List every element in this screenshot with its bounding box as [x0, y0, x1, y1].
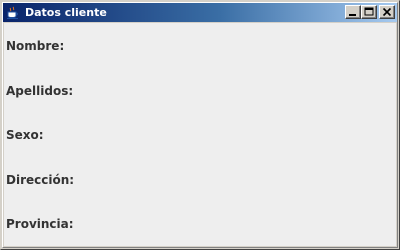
close-button[interactable] [379, 5, 395, 19]
maximize-icon [364, 7, 374, 16]
close-icon [382, 7, 392, 17]
maximize-button[interactable] [361, 5, 377, 19]
title-bar[interactable]: Datos cliente [3, 3, 397, 22]
label-nombre: Nombre: [6, 39, 65, 53]
form-panel: Nombre: Apellidos: Sexo: Dirección: Prov… [4, 23, 396, 246]
label-provincia: Provincia: [6, 217, 74, 231]
label-direccion: Dirección: [6, 173, 75, 187]
label-sexo: Sexo: [6, 128, 44, 142]
label-apellidos: Apellidos: [6, 84, 74, 98]
client-data-window: Datos cliente Nombre: Apellidos: Sexo: D… [0, 0, 400, 250]
minimize-button[interactable] [345, 5, 361, 19]
java-cup-icon[interactable] [5, 5, 21, 21]
window-controls [345, 5, 395, 19]
window-title: Datos cliente [25, 6, 107, 19]
minimize-icon [349, 14, 356, 16]
